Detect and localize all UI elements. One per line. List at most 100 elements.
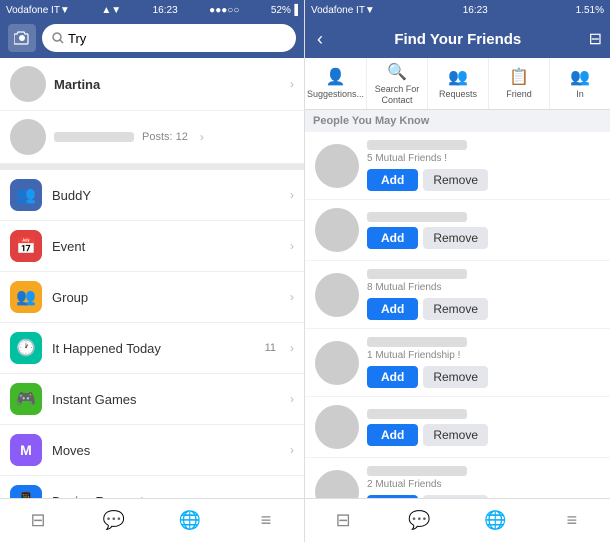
friend-actions-5: Add Remove (367, 424, 600, 446)
friend-name-bar-1 (367, 140, 467, 150)
add-button-3[interactable]: Add (367, 298, 418, 320)
friend-mutual-6: 2 Mutual Friends (367, 479, 600, 490)
invite-icon: 👥 (570, 67, 590, 87)
bnr-messenger[interactable]: 💬 (381, 510, 457, 531)
device-requests-icon: 📱 (10, 485, 42, 498)
top-bar-right: ‹ Find Your Friends ⊟ (305, 20, 610, 58)
bnr-globe[interactable]: 🌐 (458, 510, 534, 531)
buddyi-icon: 👥 (10, 179, 42, 211)
tab-invite[interactable]: 👥 In (550, 58, 610, 109)
suggestions-label: Suggestions... (307, 89, 364, 100)
top-bar-title: Find Your Friends (333, 31, 583, 48)
friend-tab-icon: 📋 (509, 67, 529, 87)
back-button[interactable]: ‹ (313, 29, 327, 50)
profile-row-1[interactable]: Martina › (0, 58, 304, 111)
bnr-menu[interactable]: ≡ (534, 510, 610, 531)
remove-button-3[interactable]: Remove (423, 298, 488, 320)
search-input[interactable] (68, 31, 286, 46)
friend-info-2: Add Remove (367, 212, 600, 249)
friend-info-1: 5 Mutual Friends ! Add Remove (367, 140, 600, 191)
bottom-nav-globe[interactable]: 🌐 (152, 499, 228, 542)
add-button-5[interactable]: Add (367, 424, 418, 446)
invite-label: In (576, 89, 584, 100)
profile-row-2[interactable]: Posts: 12 › (0, 111, 304, 164)
tab-suggestions[interactable]: 👤 Suggestions... (305, 58, 367, 109)
events-icon: 📅 (10, 230, 42, 262)
friend-avatar-5 (315, 405, 359, 449)
add-button-1[interactable]: Add (367, 169, 418, 191)
bottom-nav-home[interactable]: ⊟ (0, 499, 76, 542)
bnr-home[interactable]: ⊟ (305, 510, 381, 531)
tab-requests[interactable]: 👥 Requests (428, 58, 489, 109)
nav-item-events[interactable]: 📅 Event › (0, 221, 304, 272)
instant-games-icon: 🎮 (10, 383, 42, 415)
friend-name-bar-2 (367, 212, 467, 222)
moves-icon: M (10, 434, 42, 466)
requests-icon: 👥 (448, 67, 468, 87)
happened-today-badge: 11 (265, 342, 276, 354)
remove-button-5[interactable]: Remove (423, 424, 488, 446)
chevron-1: › (290, 77, 294, 91)
search-tab-icon: 🔍 (387, 62, 407, 82)
time-right: 16:23 (463, 5, 488, 16)
nav-item-device-requests[interactable]: 📱 Device Requests › (0, 476, 304, 498)
bookmark-icon[interactable]: ⊟ (589, 29, 602, 49)
tab-friend[interactable]: 📋 Friend (489, 58, 550, 109)
friend-mutual-3: 8 Mutual Friends (367, 282, 600, 293)
friend-actions-1: Add Remove (367, 169, 600, 191)
add-button-2[interactable]: Add (367, 227, 418, 249)
friend-card-3: 8 Mutual Friends Add Remove (305, 261, 610, 328)
friend-actions-4: Add Remove (367, 366, 600, 388)
chevron-2: › (200, 130, 204, 144)
moves-label: Moves (52, 443, 276, 458)
section-header: People You May Know (305, 110, 610, 132)
remove-button-1[interactable]: Remove (423, 169, 488, 191)
friend-card-2: Add Remove (305, 200, 610, 260)
nav-item-moves[interactable]: M Moves › (0, 425, 304, 476)
bottom-nav-right: ⊟ 💬 🌐 ≡ (305, 498, 610, 542)
friend-card-1: 5 Mutual Friends ! Add Remove (305, 132, 610, 199)
tab-search[interactable]: 🔍 Search For Contact (367, 58, 428, 109)
left-panel: Vodafone IT▼ ▲▼ 16:23 ●●●○○ 52%▐ Marti (0, 0, 305, 542)
friend-name-bar-5 (367, 409, 467, 419)
friend-mutual-4: 1 Mutual Friendship ! (367, 350, 600, 361)
remove-button-2[interactable]: Remove (423, 227, 488, 249)
menu-section: Martina › Posts: 12 › 👥 BuddY › 📅 Event … (0, 58, 304, 498)
battery-right: 1.51% (576, 5, 604, 16)
friend-info-5: Add Remove (367, 409, 600, 446)
add-button-4[interactable]: Add (367, 366, 418, 388)
events-label: Event (52, 239, 276, 254)
friend-tab-label: Friend (506, 89, 532, 100)
search-input-wrap[interactable] (42, 24, 296, 52)
nav-item-groups[interactable]: 👥 Group › (0, 272, 304, 323)
bottom-nav-left: ⊟ 💬 🌐 ≡ (0, 498, 304, 542)
search-bar (0, 20, 304, 58)
friend-name-bar-3 (367, 269, 467, 279)
status-bar-left: Vodafone IT▼ ▲▼ 16:23 ●●●○○ 52%▐ (0, 0, 304, 20)
search-tab-label: Search For Contact (369, 84, 425, 106)
avatar-1 (10, 66, 46, 102)
friend-card-6: 2 Mutual Friends Add Remove (305, 458, 610, 498)
camera-icon[interactable] (8, 24, 36, 52)
friend-avatar-4 (315, 341, 359, 385)
carrier-right: Vodafone IT▼ (311, 5, 375, 16)
happened-today-icon: 🕐 (10, 332, 42, 364)
remove-button-4[interactable]: Remove (423, 366, 488, 388)
nav-item-instant-games[interactable]: 🎮 Instant Games › (0, 374, 304, 425)
sub-nav: 👤 Suggestions... 🔍 Search For Contact 👥 … (305, 58, 610, 110)
groups-label: Group (52, 290, 276, 305)
nav-item-happened-today[interactable]: 🕐 It Happened Today 11 › (0, 323, 304, 374)
time-left: 16:23 (153, 5, 178, 16)
requests-label: Requests (439, 89, 477, 100)
bottom-nav-messenger[interactable]: 💬 (76, 499, 152, 542)
friend-actions-3: Add Remove (367, 298, 600, 320)
friend-actions-2: Add Remove (367, 227, 600, 249)
nav-item-buddyi[interactable]: 👥 BuddY › (0, 170, 304, 221)
friend-info-3: 8 Mutual Friends Add Remove (367, 269, 600, 320)
bottom-nav-menu[interactable]: ≡ (228, 499, 304, 542)
friend-card-5: Add Remove (305, 397, 610, 457)
carrier-left: Vodafone IT▼ (6, 5, 70, 16)
profile-name-1: Martina (54, 77, 278, 92)
friend-info-6: 2 Mutual Friends Add Remove (367, 466, 600, 498)
friend-avatar-1 (315, 144, 359, 188)
